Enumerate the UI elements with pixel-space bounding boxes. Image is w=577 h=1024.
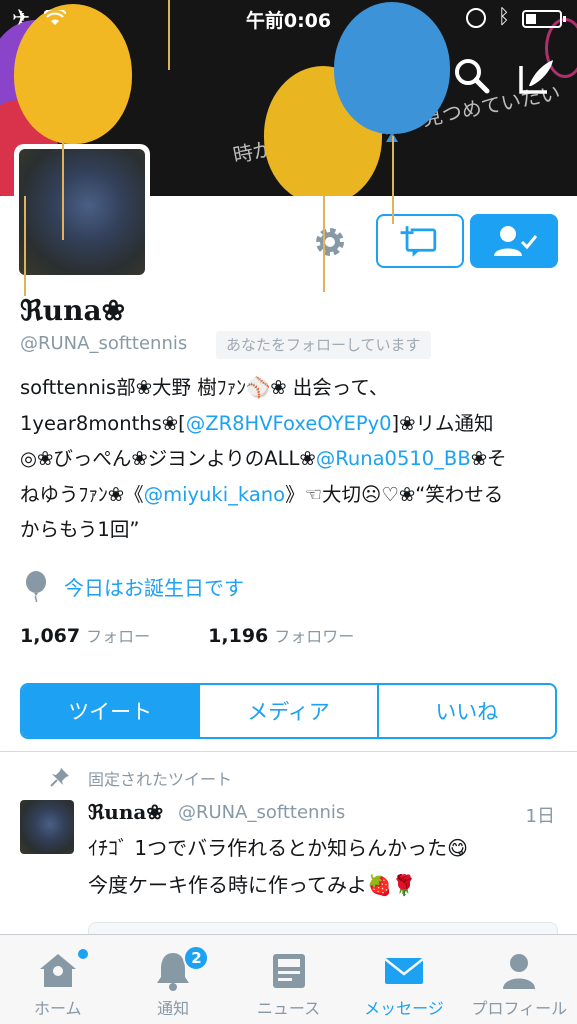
profile-tabs: ツイート メディア いいね [20,683,557,739]
divider [0,751,577,752]
display-name: ℜuna❀ [20,294,126,327]
tab-messages-label: メッセージ [364,999,444,1018]
bio-mention-link[interactable]: @Runa0510_BB [316,447,471,470]
bio-line: ◎❀びっぺん❀ジヨンよりのALL❀@Runa0510_BB❀そ [20,441,560,477]
person-icon [503,954,536,989]
tab-notifications[interactable]: 2 通知 [115,935,230,1024]
bio-text: ねゆうﾌｧﾝ❀《 [20,482,144,506]
bio-mention-link[interactable]: @miyuki_kano [144,483,285,506]
tab-profile-label: プロフィール [471,999,568,1018]
notification-badge: 2 [183,945,210,971]
gear-icon[interactable] [308,222,352,262]
bio-line: ねゆうﾌｧﾝ❀《@miyuki_kano》☜大切☹♡❀“笑わせる [20,477,560,513]
tab-likes[interactable]: いいね [379,685,555,737]
bio-text: ]❀リム通知 [391,411,494,435]
tweet-text: ｲﾁｺﾞ 1つでバラ作れるとか知らんかった😋 今度ケーキ作る時に作ってみよ🍓🌹 [88,830,558,904]
avatar-image [19,149,145,275]
add-to-list-button[interactable] [376,214,464,268]
following-user-icon [494,226,538,256]
bottom-tab-bar: ホーム 2 通知 ニュース メッセージ プロフィール [0,934,577,1024]
tab-profile[interactable]: プロフィール [462,935,577,1024]
status-bar: ✈ 午前0:06 ᛒ [0,0,577,40]
rotation-lock-icon [466,8,486,28]
tweet-timestamp: 1日 [525,806,555,827]
compose-icon[interactable] [517,56,557,96]
tweet-text-line: 今度ケーキ作る時に作ってみよ🍓🌹 [88,873,417,897]
bio-text: 》☜大切☹♡❀“笑わせる [285,482,504,506]
tweet-author-handle: @RUNA_softtennis [178,802,346,823]
follows-you-badge: あなたをフォローしています [216,331,431,359]
add-to-list-icon [400,226,437,257]
pinned-tweet-label: 固定されたツイート [88,770,233,789]
home-new-dot [78,949,88,959]
profile-avatar[interactable] [14,144,150,280]
tweet-text-line: ｲﾁｺﾞ 1つでバラ作れるとか知らんかった😋 [88,836,468,860]
follow-counts: 1,067 フォロー 1,196 フォロワー [20,623,354,647]
balloon-string [392,136,394,224]
tab-notifications-label: 通知 [157,999,190,1018]
following-label: フォロー [86,627,151,646]
bluetooth-icon: ᛒ [498,4,510,28]
profile-bio: softtennis部❀大野 樹ﾌｧﾝ⚾❀ 出会って、 1year8months❀… [20,370,560,548]
balloon-string [323,196,325,292]
bio-text: 1year8months❀[ [20,411,186,435]
search-icon[interactable] [452,56,492,96]
bio-text: ❀そ [470,447,507,470]
bio-text: からもう1回” [20,518,140,541]
pin-icon [50,768,69,787]
followers-count: 1,196 [208,625,269,647]
tweet-avatar[interactable] [20,800,74,854]
tab-media[interactable]: メディア [200,685,379,737]
profile-handle: @RUNA_softtennis [20,333,188,354]
bio-text: softtennis部❀大野 樹ﾌｧﾝ⚾❀ 出会って、 [20,376,389,399]
following-button[interactable] [470,214,558,268]
following-count: 1,067 [20,625,81,647]
tweet-author-name: ℜuna❀ [88,800,164,824]
followers-label: フォロワー [274,627,355,646]
tab-home-label: ホーム [33,999,82,1018]
tab-news[interactable]: ニュース [231,935,346,1024]
envelope-icon [384,958,424,984]
balloon-icon [26,571,46,602]
tab-messages[interactable]: メッセージ [346,935,461,1024]
battery-icon [522,10,566,28]
balloon-string [62,140,64,240]
bio-line: softtennis部❀大野 樹ﾌｧﾝ⚾❀ 出会って、 [20,370,560,406]
followers-link[interactable]: 1,196 フォロワー [208,625,354,647]
news-icon [272,954,305,988]
tab-news-label: ニュース [256,999,321,1018]
birthday-text: 今日はお誕生日です [64,576,244,600]
home-icon [39,954,76,987]
following-link[interactable]: 1,067 フォロー [20,625,156,647]
status-time: 午前0:06 [245,10,332,32]
balloon-string [24,196,26,296]
bio-text: ◎❀びっぺん❀ジヨンよりのALL❀ [20,447,316,470]
bio-mention-link[interactable]: @ZR8HVFoxeOYEPy0 [186,412,392,435]
tab-home[interactable]: ホーム [0,935,115,1024]
bio-line: からもう1回” [20,512,560,548]
bio-line: 1year8months❀[@ZR8HVFoxeOYEPy0]❀リム通知 [20,406,560,442]
tab-tweets[interactable]: ツイート [22,685,201,737]
